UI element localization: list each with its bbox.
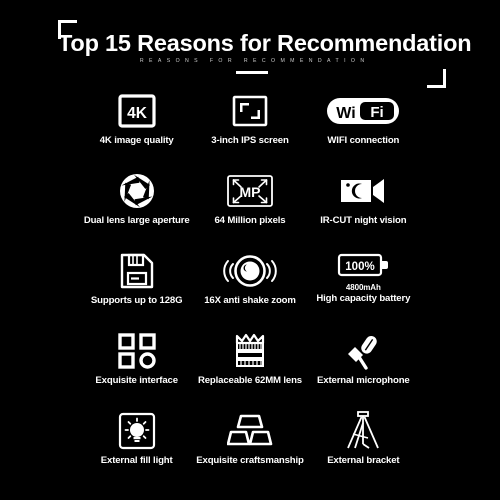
feature-item: Supports up to 128G [80,248,193,328]
feature-label: Dual lens large aperture [83,215,190,226]
svg-text:4K: 4K [127,105,148,122]
feature-label: Supports up to 128G [90,295,183,306]
feature-label: High capacity battery [316,293,411,304]
feature-label: External bracket [327,455,400,466]
poster-title: Top 15 Reasons for Recommendation [58,30,472,56]
wifi-pill-icon: Wi Fi [326,88,400,134]
feature-item: Exquisite craftsmanship [193,408,306,488]
feature-item: 16X anti shake zoom [193,248,306,328]
battery-icon: 100% [337,248,389,282]
feature-label: 64 Million pixels [214,215,286,226]
memory-card-icon [118,248,156,294]
feature-label: Exquisite interface [95,375,178,386]
svg-text:Wi: Wi [337,105,356,122]
lens-filter-icon [232,328,268,374]
feature-item: 100% 4800mAh High capacity battery [307,248,420,328]
feature-item: External fill light [80,408,193,488]
feature-label: 4K image quality [99,135,174,146]
feature-item: 4K 4K image quality [80,88,193,168]
feature-item: Dual lens large aperture [80,168,193,248]
feature-label: Replaceable 62MM lens [197,375,302,386]
svg-text:MP: MP [239,184,260,200]
feature-label: Exquisite craftsmanship [196,455,304,466]
feature-grid: 4K 4K image quality 3-inch IPS screen Wi… [80,88,420,488]
feature-label: External microphone [317,375,410,386]
feature-item: External microphone [307,328,420,408]
feature-label: External fill light [100,455,173,466]
feature-item: Wi Fi WIFI connection [307,88,420,168]
tripod-icon [343,408,383,454]
feature-label: IR-CUT night vision [320,215,407,226]
svg-text:100%: 100% [346,261,375,273]
interface-grid-icon [117,328,157,374]
feature-item: IR-CUT night vision [307,168,420,248]
aperture-icon [117,168,157,214]
feature-item: Exquisite interface [80,328,193,408]
ingot-stack-icon [226,408,273,454]
title-divider [236,71,268,74]
fill-light-bulb-icon [117,408,157,454]
microphone-icon [342,328,384,374]
feature-label: WIFI connection [327,135,400,146]
screen-corners-icon [230,88,270,134]
4k-badge-icon: 4K [117,88,157,134]
night-vision-camcorder-icon [339,168,387,214]
product-feature-poster: Top 15 Reasons for Recommendation REASON… [0,0,500,500]
feature-item: Replaceable 62MM lens [193,328,306,408]
feature-label: 3-inch IPS screen [211,135,289,146]
battery-capacity-label: 4800mAh [345,283,381,292]
feature-item: External bracket [307,408,420,488]
feature-item: 3-inch IPS screen [193,88,306,168]
poster-header: Top 15 Reasons for Recommendation REASON… [58,20,472,88]
feature-item: MP 64 Million pixels [193,168,306,248]
corner-bracket-bottom-right-icon [427,69,446,88]
poster-subtitle: REASONS FOR RECOMMENDATION [139,58,370,64]
megapixel-frame-icon: MP [226,168,274,214]
svg-text:Fi: Fi [371,104,384,121]
anti-shake-lens-icon [223,248,277,294]
feature-label: 16X anti shake zoom [204,295,296,306]
